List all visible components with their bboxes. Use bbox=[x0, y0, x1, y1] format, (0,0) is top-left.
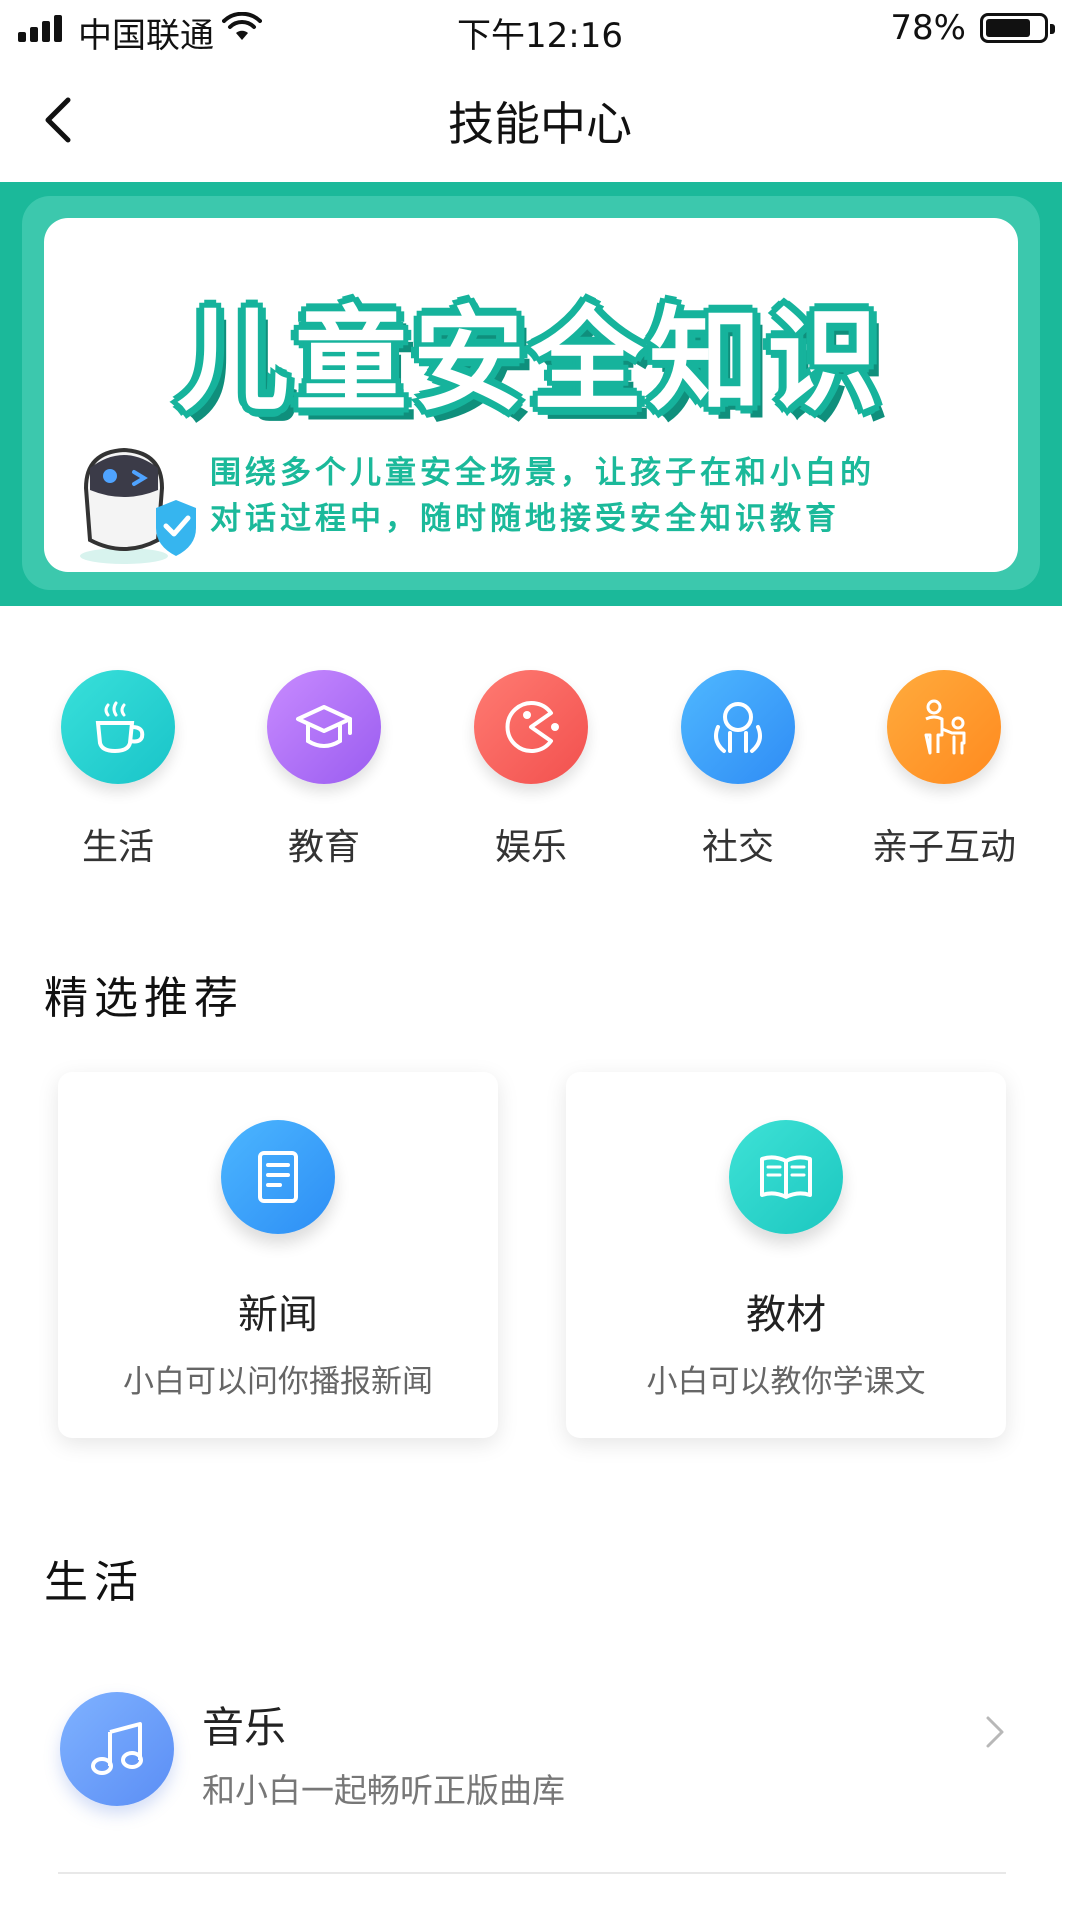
promo-banner[interactable]: 儿童安全知识 围绕多个儿童安全场景，让孩子在和小白的 对话过程中，随时随地接受安… bbox=[0, 182, 1062, 606]
document-icon bbox=[221, 1120, 335, 1234]
category-label: 娱乐 bbox=[494, 827, 567, 868]
status-bar: 中国联通 下午12:16 78% bbox=[0, 0, 1080, 60]
robot-mascot-icon bbox=[80, 447, 196, 564]
featured-card-textbook[interactable]: 教材 小白可以教你学课文 bbox=[566, 1072, 1006, 1438]
category-label: 社交 bbox=[701, 827, 774, 868]
category-social[interactable]: 社交 bbox=[658, 670, 818, 870]
banner-title: 儿童安全知识 bbox=[177, 296, 885, 426]
graduation-cap-icon bbox=[267, 670, 381, 784]
featured-card-news[interactable]: 新闻 小白可以问你播报新闻 bbox=[58, 1072, 498, 1438]
chevron-right-icon bbox=[986, 1716, 1004, 1748]
music-note-icon bbox=[60, 1692, 174, 1806]
category-label: 教育 bbox=[287, 827, 360, 868]
category-parent-child[interactable]: 亲子互动 bbox=[864, 670, 1024, 870]
category-education[interactable]: 教育 bbox=[244, 670, 404, 870]
category-entertainment[interactable]: 娱乐 bbox=[451, 670, 611, 870]
featured-card-title: 新闻 bbox=[238, 1292, 318, 1338]
battery-percentage: 78% bbox=[890, 8, 966, 48]
list-item-desc: 和小白一起畅听正版曲库 bbox=[202, 1771, 565, 1810]
pacman-icon bbox=[474, 670, 588, 784]
category-label: 生活 bbox=[81, 827, 154, 868]
featured-card-title: 教材 bbox=[746, 1292, 826, 1338]
category-life[interactable]: 生活 bbox=[38, 670, 198, 870]
battery-icon bbox=[980, 13, 1055, 43]
category-label: 亲子互动 bbox=[871, 827, 1016, 868]
section-title-featured: 精选推荐 bbox=[44, 973, 244, 1024]
banner-card: 儿童安全知识 围绕多个儿童安全场景，让孩子在和小白的 对话过程中，随时随地接受安… bbox=[44, 218, 1018, 572]
coffee-cup-icon bbox=[61, 670, 175, 784]
section-title-life: 生活 bbox=[44, 1557, 144, 1608]
book-icon bbox=[729, 1120, 843, 1234]
banner-subtitle-line-2: 对话过程中，随时随地接受安全知识教育 bbox=[210, 501, 840, 537]
banner-subtitle-line-1: 围绕多个儿童安全场景，让孩子在和小白的 bbox=[210, 455, 875, 491]
featured-card-desc: 小白可以教你学课文 bbox=[646, 1364, 926, 1400]
page-title: 技能中心 bbox=[448, 97, 632, 151]
list-item-title: 音乐 bbox=[202, 1703, 287, 1752]
banner-subtitle: 围绕多个儿童安全场景，让孩子在和小白的 对话过程中，随时随地接受安全知识教育 bbox=[210, 450, 990, 542]
parent-child-icon bbox=[887, 670, 1001, 784]
featured-card-desc: 小白可以问你播报新闻 bbox=[123, 1364, 433, 1400]
list-item-music[interactable]: 音乐 和小白一起畅听正版曲库 bbox=[0, 1680, 1080, 1870]
people-icon bbox=[681, 670, 795, 784]
divider bbox=[58, 1872, 1006, 1874]
